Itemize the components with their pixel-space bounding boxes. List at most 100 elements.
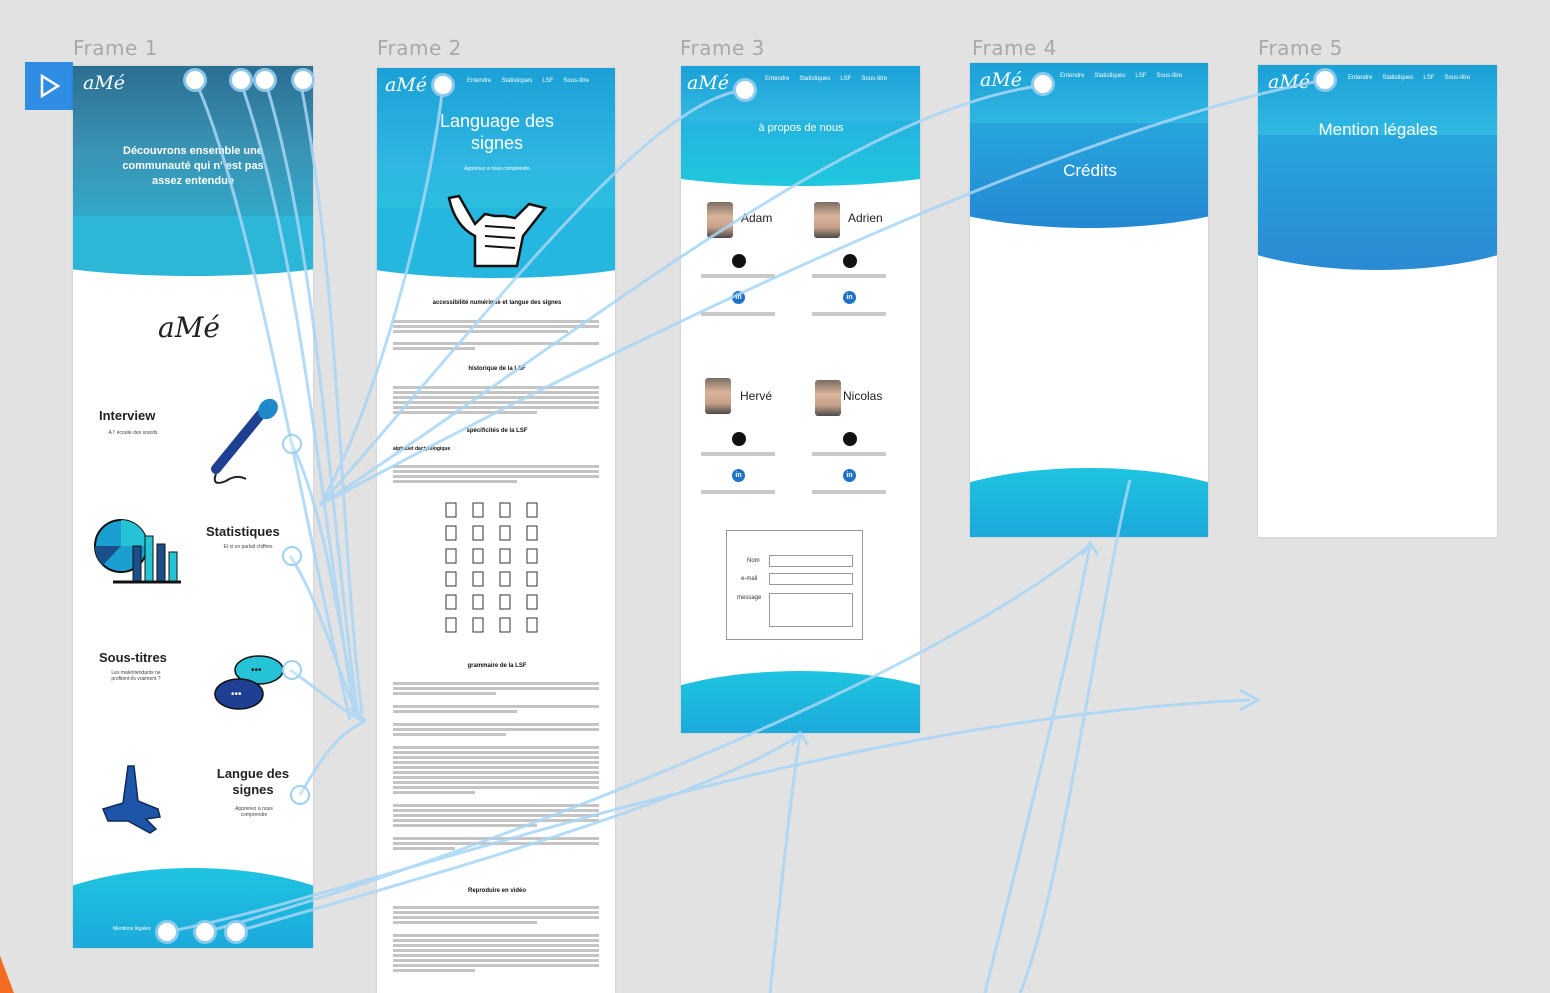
person-name: Nicolas xyxy=(843,389,883,403)
card-stats-title[interactable]: Statistiques xyxy=(206,524,280,539)
link-hotspot[interactable] xyxy=(256,71,274,89)
nav-item[interactable]: Statistiques xyxy=(1382,75,1413,81)
play-prototype-button[interactable] xyxy=(25,62,73,110)
svg-text:•••: ••• xyxy=(251,665,262,676)
svg-text:•••: ••• xyxy=(231,689,242,700)
nav-item[interactable]: Statistiques xyxy=(799,76,830,82)
linkedin-icon[interactable]: in xyxy=(843,469,856,482)
nav-item[interactable]: LSF xyxy=(1135,73,1146,79)
avatar xyxy=(707,202,733,238)
frame-1-header-curve xyxy=(73,216,313,276)
name-label: Nom xyxy=(747,558,760,564)
link-hotspot[interactable] xyxy=(1316,71,1334,89)
nav-item[interactable]: Sous-titre xyxy=(1156,73,1182,79)
message-label: message xyxy=(737,595,762,601)
section-heading: historique de la LSF xyxy=(468,366,526,372)
nav-item[interactable]: Sous-titre xyxy=(563,78,589,84)
divider xyxy=(812,312,886,316)
logo[interactable]: aMé xyxy=(385,74,427,96)
top-nav: Entendre Statistiques LSF Sous-titre xyxy=(765,76,887,82)
link-hotspot[interactable] xyxy=(186,71,204,89)
frame-3[interactable]: aMé Entendre Statistiques LSF Sous-titre… xyxy=(681,66,920,733)
logo[interactable]: aMé xyxy=(1268,71,1310,93)
linkedin-icon[interactable]: in xyxy=(732,469,745,482)
person-name: Hervé xyxy=(740,389,773,403)
frame-1-label[interactable]: Frame 1 xyxy=(73,36,158,60)
linkedin-icon[interactable]: in xyxy=(732,291,745,304)
frame-1[interactable]: aMé Découvrons ensemble une communauté q… xyxy=(73,66,313,948)
nav-item[interactable]: Entendre xyxy=(765,76,789,82)
github-icon[interactable] xyxy=(843,432,857,446)
nav-item[interactable]: LSF xyxy=(1423,75,1434,81)
link-hotspot[interactable] xyxy=(282,660,302,680)
nav-item[interactable]: LSF xyxy=(542,78,553,84)
nav-item[interactable]: Statistiques xyxy=(501,78,532,84)
link-hotspot[interactable] xyxy=(158,923,176,941)
card-lsf-sub: Apprenez à nous comprendre xyxy=(235,806,273,818)
link-hotspot[interactable] xyxy=(227,923,245,941)
name-field[interactable] xyxy=(769,555,853,567)
link-hotspot[interactable] xyxy=(736,81,754,99)
nav-item[interactable]: Statistiques xyxy=(1094,73,1125,79)
email-field[interactable] xyxy=(769,573,853,585)
divider xyxy=(812,274,886,278)
page-title: Language des signes xyxy=(439,111,555,153)
link-hotspot[interactable] xyxy=(232,71,250,89)
frame-5[interactable]: aMé Entendre Statistiques LSF Sous-titre… xyxy=(1258,65,1497,537)
logo[interactable]: aMé xyxy=(980,69,1022,91)
card-stats-sub: Et si on parlait chiffres xyxy=(223,544,273,550)
section-heading: spécificités de la LSF xyxy=(466,428,528,434)
logo[interactable]: aMé xyxy=(83,72,125,94)
card-subtitles-title[interactable]: Sous-titres xyxy=(99,650,167,665)
footer-link[interactable]: Mentions légales xyxy=(113,926,151,932)
github-icon[interactable] xyxy=(732,254,746,268)
frame-2-label[interactable]: Frame 2 xyxy=(377,36,462,60)
card-interview-title[interactable]: Interview xyxy=(99,408,155,423)
alphabet-grid-image xyxy=(445,502,538,633)
prototype-canvas[interactable]: Frame 1 Frame 2 Frame 3 Frame 4 Frame 5 … xyxy=(0,0,1550,993)
link-hotspot[interactable] xyxy=(294,71,312,89)
divider xyxy=(701,312,775,316)
frame-4[interactable]: aMé Entendre Statistiques LSF Sous-titre… xyxy=(970,63,1208,537)
logo[interactable]: aMé xyxy=(687,72,729,94)
message-field[interactable] xyxy=(769,593,853,627)
top-nav: Entendre Statistiques LSF Sous-titre xyxy=(467,78,589,84)
github-icon[interactable] xyxy=(732,432,746,446)
frame-5-header-curve xyxy=(1258,135,1497,270)
divider xyxy=(812,452,886,456)
link-hotspot[interactable] xyxy=(282,546,302,566)
link-hotspot[interactable] xyxy=(290,785,310,805)
nav-item[interactable]: Entendre xyxy=(1060,73,1084,79)
frame-1-footer xyxy=(73,868,313,948)
section-heading: accessibilité numérique et langue des si… xyxy=(432,300,562,306)
card-lsf-title[interactable]: Langue des signes xyxy=(208,766,298,798)
email-label: e-mail xyxy=(741,576,758,582)
nav-item[interactable]: Entendre xyxy=(1348,75,1372,81)
page-subtitle: Apprenez à nous comprendre xyxy=(464,166,530,172)
nav-item[interactable]: Sous-titre xyxy=(861,76,887,82)
link-hotspot[interactable] xyxy=(1034,75,1052,93)
text-block xyxy=(393,463,599,485)
center-logo: aMé xyxy=(158,311,220,344)
divider xyxy=(701,490,775,494)
frame-2[interactable]: aMé Entendre Statistiques LSF Sous-titre… xyxy=(377,68,615,993)
avatar xyxy=(814,202,840,238)
divider xyxy=(701,452,775,456)
frame-5-label[interactable]: Frame 5 xyxy=(1258,36,1343,60)
text-block xyxy=(393,318,599,352)
frame-4-label[interactable]: Frame 4 xyxy=(972,36,1057,60)
link-hotspot[interactable] xyxy=(282,434,302,454)
person-name: Adam xyxy=(741,211,773,225)
link-hotspot[interactable] xyxy=(434,76,452,94)
frame-3-label[interactable]: Frame 3 xyxy=(680,36,765,60)
top-nav: Entendre Statistiques LSF Sous-titre xyxy=(1348,75,1470,81)
divider xyxy=(812,490,886,494)
card-interview-sub: À l' écoute des sourds xyxy=(108,430,158,436)
nav-item[interactable]: Sous-titre xyxy=(1444,75,1470,81)
link-hotspot[interactable] xyxy=(196,923,214,941)
github-icon[interactable] xyxy=(843,254,857,268)
linkedin-icon[interactable]: in xyxy=(843,291,856,304)
nav-item[interactable]: LSF xyxy=(840,76,851,82)
frame-4-footer xyxy=(970,468,1208,537)
nav-item[interactable]: Entendre xyxy=(467,78,491,84)
